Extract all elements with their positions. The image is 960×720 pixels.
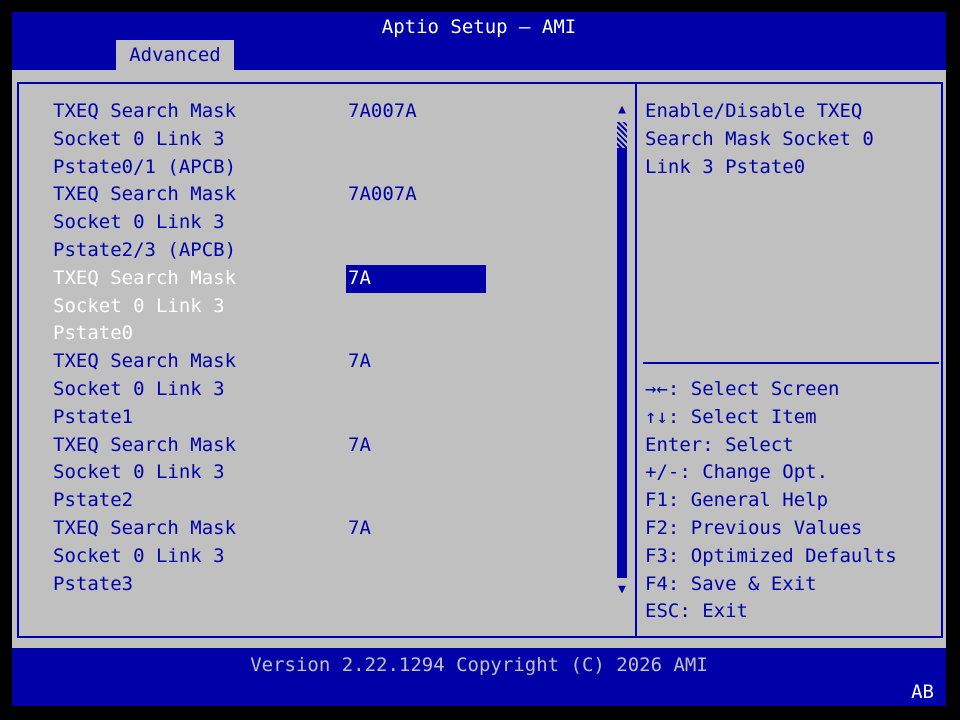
key-hint: F1: General Help <box>645 489 829 512</box>
version-text: Version 2.22.1294 Copyright (C) 2026 AMI <box>250 654 708 676</box>
setting-row[interactable]: TXEQ Search Mask Socket 0 Link 3 Pstate2 7A <box>53 432 613 515</box>
key-legend: →←: Select Screen ↑↓: Select Item Enter: S… <box>645 376 897 626</box>
bios-setup-screen: Aptio Setup – AMI Advanced TXEQ Search M… <box>12 12 946 706</box>
setting-value[interactable]: 7A <box>346 432 371 460</box>
setting-label-line: TXEQ Search Mask <box>53 517 237 539</box>
app-title: Aptio Setup – AMI <box>381 16 577 38</box>
key-hint: →←: Select Screen <box>645 378 840 400</box>
key-hint: F3: Optimized Defaults <box>645 544 897 567</box>
setting-value[interactable]: 7A007A <box>346 181 417 209</box>
scroll-track[interactable] <box>617 148 627 578</box>
setting-label-line: Pstate0 <box>53 322 134 345</box>
setting-label-line: Pstate1 <box>53 405 134 428</box>
setting-label-line: TXEQ Search Mask <box>53 100 237 122</box>
key-hint: F4: Save & Exit <box>645 572 817 595</box>
setting-label-line: Socket 0 Link 3 <box>53 544 225 567</box>
setting-value[interactable]: 7A <box>346 515 371 543</box>
setting-value[interactable]: 7A <box>346 264 486 293</box>
setting-row[interactable]: TXEQ Search Mask Socket 0 Link 3 Pstate0 7A <box>53 264 613 348</box>
key-hint: +/-: Change Opt. <box>645 461 829 484</box>
setting-label-line: Socket 0 Link 3 <box>53 377 225 400</box>
setting-label-line: Pstate3 <box>53 572 134 595</box>
help-divider <box>643 362 939 364</box>
scrollbar[interactable]: ▲ ▼ <box>615 100 629 600</box>
help-description: Enable/Disable TXEQ Search Mask Socket 0… <box>645 100 874 178</box>
key-hint: ESC: Exit <box>645 600 748 623</box>
setting-label-line: Pstate0/1 (APCB) <box>53 155 237 178</box>
tab-advanced[interactable]: Advanced <box>116 40 234 70</box>
setting-label-line: TXEQ Search Mask <box>53 266 237 289</box>
setting-row[interactable]: TXEQ Search Mask Socket 0 Link 3 Pstate3 7A <box>53 515 613 598</box>
key-hint: ↑↓: Select Item <box>645 405 817 428</box>
key-hint: F2: Previous Values <box>645 516 863 539</box>
header-bar: Aptio Setup – AMI Advanced <box>12 12 946 70</box>
setting-label-line: TXEQ Search Mask <box>53 183 237 206</box>
setting-row[interactable]: TXEQ Search Mask Socket 0 Link 3 Pstate2/3… <box>53 181 613 264</box>
setting-value[interactable]: 7A007A <box>346 98 417 126</box>
setting-label-line: Socket 0 Link 3 <box>53 461 225 484</box>
setting-label-line: Socket 0 Link 3 <box>53 294 225 317</box>
setting-label-line: Socket 0 Link 3 <box>53 127 225 150</box>
setting-label-line: TXEQ Search Mask <box>53 433 237 456</box>
setting-label-line: Pstate2/3 (APCB) <box>53 238 237 261</box>
scroll-down-arrow-icon[interactable]: ▼ <box>615 580 629 600</box>
key-hint: Enter: Select <box>645 433 794 456</box>
setting-row[interactable]: TXEQ Search Mask Socket 0 Link 3 Pstate0/1… <box>53 98 613 181</box>
setting-label-line: Pstate2 <box>53 489 134 512</box>
setting-value[interactable]: 7A <box>346 348 371 376</box>
help-panel: Enable/Disable TXEQ Search Mask Socket 0… <box>635 82 943 638</box>
footer-bar: Version 2.22.1294 Copyright (C) 2026 AMI… <box>12 648 946 706</box>
setting-label-line: Socket 0 Link 3 <box>53 211 225 234</box>
scroll-up-arrow-icon[interactable]: ▲ <box>615 100 629 120</box>
setting-row[interactable]: TXEQ Search Mask Socket 0 Link 3 Pstate1 7A <box>53 348 613 431</box>
settings-panel: TXEQ Search Mask Socket 0 Link 3 Pstate0/1… <box>17 82 635 638</box>
scroll-thumb[interactable] <box>617 122 627 148</box>
status-badge: AB <box>911 681 934 703</box>
setting-label-line: TXEQ Search Mask <box>53 350 237 373</box>
